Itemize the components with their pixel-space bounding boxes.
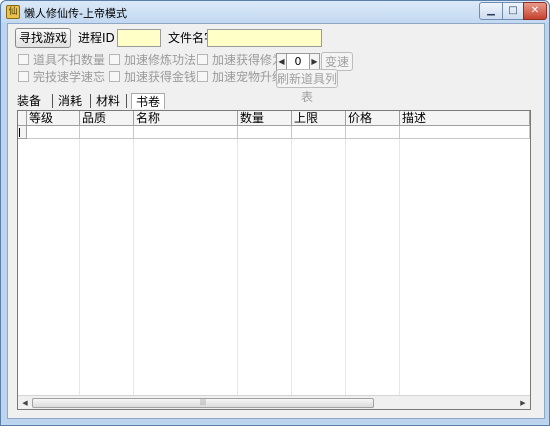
checkbox-label: 加速获得修为: [212, 53, 285, 67]
column-header-quality[interactable]: 品质: [80, 111, 134, 126]
column-guide: [133, 139, 134, 395]
checkbox-label: 加速修炼功法: [124, 53, 197, 67]
table-cell[interactable]: [346, 126, 400, 139]
scroll-left-arrow-icon[interactable]: ◀: [18, 396, 32, 409]
column-header-description[interactable]: 描述: [400, 111, 530, 126]
refresh-items-button[interactable]: 刷新道具列表: [276, 69, 338, 104]
column-header-quantity[interactable]: 数量: [238, 111, 292, 126]
horizontal-scrollbar[interactable]: ◀ ||| ▶: [18, 395, 530, 409]
client-area: 寻找游戏 进程ID 文件名字 道具不扣数量 加速修炼功法 加速获得修为 ◀ 0 …: [7, 23, 545, 419]
speed-pet-upgrade-checkbox[interactable]: 加速宠物升级: [197, 69, 284, 85]
tab-books[interactable]: 书卷: [131, 93, 166, 109]
process-id-input[interactable]: [117, 29, 161, 47]
skill-quick-learn-checkbox[interactable]: 完技速学速忘: [18, 69, 105, 85]
table-cell[interactable]: [238, 126, 292, 139]
table-cell[interactable]: [292, 126, 346, 139]
checkbox-box: [18, 71, 29, 82]
column-guide: [345, 139, 346, 395]
items-table[interactable]: 等级 品质 名称 数量 上限 价格 描述 ◀ ||| ▶: [17, 110, 531, 410]
column-header-level[interactable]: 等级: [27, 111, 80, 126]
minimize-button[interactable]: ▁: [479, 2, 503, 20]
table-cell[interactable]: [400, 126, 530, 139]
column-header-limit[interactable]: 上限: [292, 111, 346, 126]
column-guide: [79, 139, 80, 395]
checkbox-label: 加速宠物升级: [212, 70, 285, 84]
checkbox-label: 完技速学速忘: [33, 70, 106, 84]
file-name-input[interactable]: [207, 29, 322, 47]
column-guide: [399, 139, 400, 395]
window-title: 懒人修仙传-上帝模式: [24, 7, 127, 20]
table-corner: [18, 111, 27, 126]
checkbox-box: [197, 54, 208, 65]
column-guide: [291, 139, 292, 395]
tab-divider: [90, 94, 91, 108]
speed-gain-cultivation-checkbox[interactable]: 加速获得修为: [197, 52, 284, 68]
scroll-right-arrow-icon[interactable]: ▶: [516, 396, 530, 409]
column-header-price[interactable]: 价格: [346, 111, 400, 126]
table-cell[interactable]: [27, 126, 80, 139]
checkbox-box: [197, 71, 208, 82]
checkbox-box: [18, 54, 29, 65]
speed-cultivation-checkbox[interactable]: 加速修炼功法: [109, 52, 196, 68]
app-icon: 仙: [6, 5, 20, 19]
checkbox-label: 道具不扣数量: [33, 53, 106, 67]
checkbox-label: 加速获得金钱: [124, 70, 197, 84]
tab-equipment[interactable]: 装备: [17, 93, 41, 109]
item-no-deduct-checkbox[interactable]: 道具不扣数量: [18, 52, 105, 68]
row-indicator[interactable]: [18, 126, 27, 139]
scroll-thumb[interactable]: |||: [32, 398, 374, 408]
column-guide: [237, 139, 238, 395]
close-button[interactable]: ✕: [523, 2, 547, 20]
tab-divider: [52, 94, 53, 108]
table-cell[interactable]: [80, 126, 134, 139]
find-game-button[interactable]: 寻找游戏: [15, 28, 71, 48]
current-row-marker-icon: [19, 128, 20, 137]
checkbox-box: [109, 71, 120, 82]
tab-materials[interactable]: 材料: [96, 93, 120, 109]
app-window: 仙 懒人修仙传-上帝模式 ▁ □ ✕ 寻找游戏 进程ID 文件名字 道具不扣数量…: [0, 0, 550, 426]
column-header-name[interactable]: 名称: [134, 111, 238, 126]
maximize-button[interactable]: □: [502, 2, 524, 20]
title-bar[interactable]: 仙 懒人修仙传-上帝模式 ▁ □ ✕: [1, 1, 549, 23]
tab-divider: [126, 94, 127, 108]
process-id-label: 进程ID: [78, 31, 115, 45]
checkbox-box: [109, 54, 120, 65]
tab-consumables[interactable]: 消耗: [58, 93, 82, 109]
table-cell[interactable]: [134, 126, 238, 139]
speed-gain-money-checkbox[interactable]: 加速获得金钱: [109, 69, 196, 85]
